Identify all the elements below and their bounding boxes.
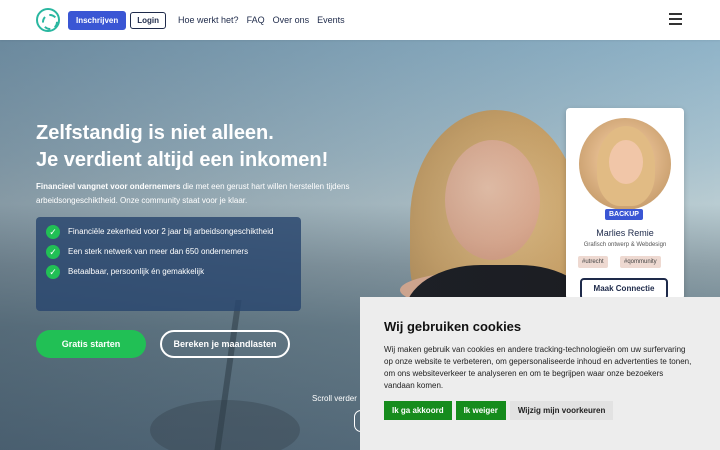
signup-button[interactable]: Inschrijven bbox=[68, 10, 127, 30]
site-header: Inschrijven Login Hoe werkt het? FAQ Ove… bbox=[0, 0, 720, 40]
accept-cookies-button[interactable]: Ik ga akkoord bbox=[384, 401, 452, 420]
nav-item-how-it-works[interactable]: Hoe werkt het? bbox=[178, 15, 239, 25]
cookie-preferences-button[interactable]: Wijzig mijn voorkeuren bbox=[509, 401, 614, 420]
features-box: ✓ Financiële zekerheid voor 2 jaar bij a… bbox=[36, 217, 301, 311]
login-button[interactable]: Login bbox=[130, 11, 167, 29]
hero-title: Zelfstandig is niet alleen. Je verdient … bbox=[36, 120, 396, 174]
feature-item: ✓ Betaalbaar, persoonlijk én gemakkelijk bbox=[46, 265, 291, 279]
feature-item: ✓ Een sterk netwerk van meer dan 650 ond… bbox=[46, 245, 291, 259]
calculate-costs-button[interactable]: Bereken je maandlasten bbox=[160, 330, 290, 358]
nav-item-faq[interactable]: FAQ bbox=[247, 15, 265, 25]
avatar bbox=[579, 118, 671, 210]
hero-subtitle: Financieel vangnet voor ondernemers die … bbox=[36, 180, 366, 208]
tag-qommunity[interactable]: #qommunity bbox=[620, 256, 661, 268]
profile-name: Marlies Remie bbox=[596, 228, 654, 238]
hamburger-menu-icon[interactable] bbox=[669, 13, 682, 25]
main-nav: Hoe werkt het? FAQ Over ons Events bbox=[178, 15, 353, 25]
hero-title-line-2: Je verdient altijd een inkomen! bbox=[36, 149, 329, 171]
avatar-face bbox=[609, 140, 643, 184]
check-icon: ✓ bbox=[46, 225, 60, 239]
start-free-button[interactable]: Gratis starten bbox=[36, 330, 146, 358]
circle-logo-icon[interactable] bbox=[36, 8, 60, 32]
nav-item-events[interactable]: Events bbox=[317, 15, 345, 25]
feature-item: ✓ Financiële zekerheid voor 2 jaar bij a… bbox=[46, 225, 291, 239]
feature-text: Betaalbaar, persoonlijk én gemakkelijk bbox=[68, 267, 205, 276]
feature-text: Een sterk netwerk van meer dan 650 onder… bbox=[68, 247, 249, 256]
check-icon: ✓ bbox=[46, 265, 60, 279]
hero-subtitle-bold: Financieel vangnet voor ondernemers bbox=[36, 182, 181, 191]
cookie-text: Wij maken gebruik van cookies en andere … bbox=[384, 345, 692, 390]
backup-badge: BACKUP bbox=[605, 209, 643, 220]
hero-title-line-1: Zelfstandig is niet alleen. bbox=[36, 122, 274, 144]
refuse-cookies-button[interactable]: Ik weiger bbox=[455, 401, 506, 420]
cookie-title: Wij gebruiken cookies bbox=[384, 319, 522, 334]
scroll-label: Scroll verder bbox=[312, 394, 357, 403]
profile-role: Grafisch ontwerp & Webdesign bbox=[583, 242, 667, 248]
cookie-banner: Wij gebruiken cookies Wij maken gebruik … bbox=[360, 297, 720, 450]
cookie-buttons: Ik ga akkoord Ik weiger Wijzig mijn voor… bbox=[384, 401, 696, 420]
nav-item-about[interactable]: Over ons bbox=[273, 15, 310, 25]
profile-card: BACKUP Marlies Remie Grafisch ontwerp & … bbox=[566, 108, 684, 300]
tag-utrecht[interactable]: #utrecht bbox=[578, 256, 608, 268]
check-icon: ✓ bbox=[46, 245, 60, 259]
feature-text: Financiële zekerheid voor 2 jaar bij arb… bbox=[68, 227, 274, 236]
